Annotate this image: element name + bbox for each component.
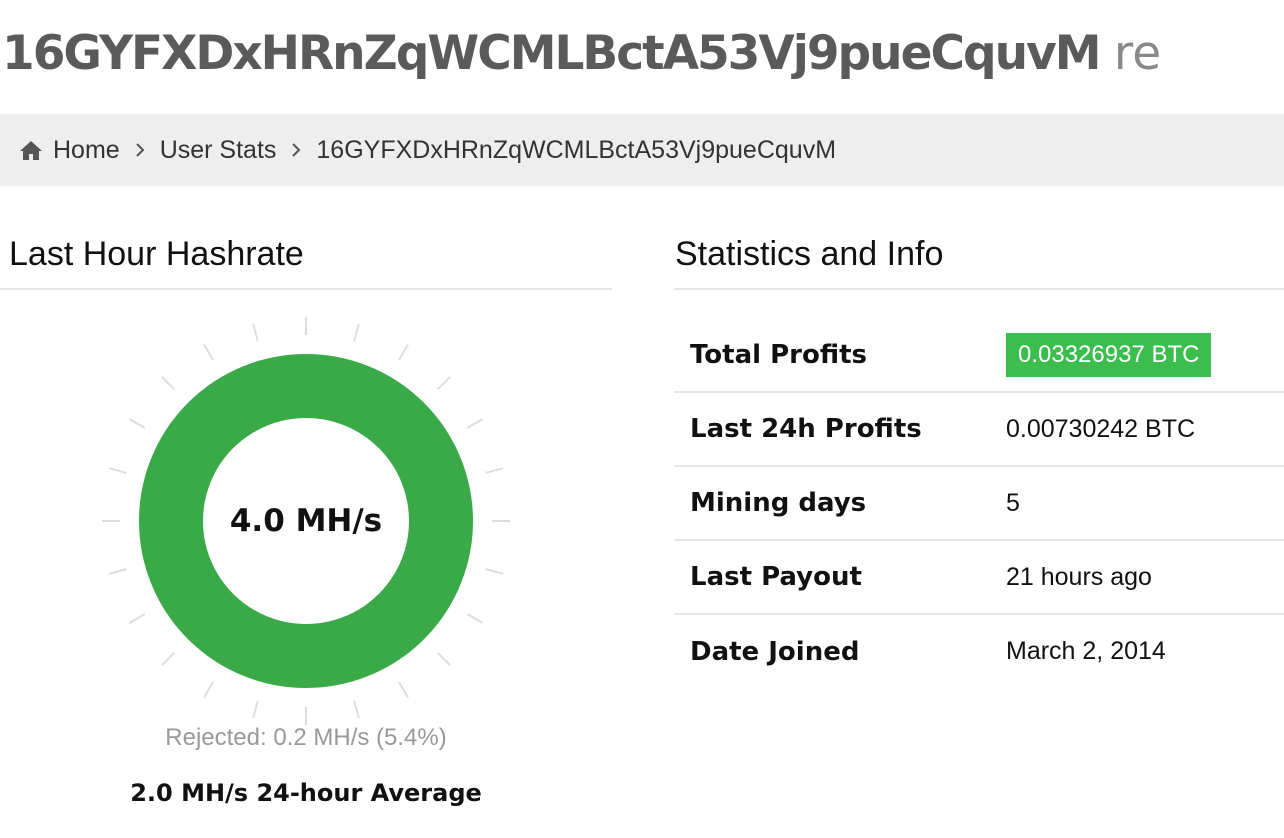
- page-title: 16GYFXDxHRnZqWCMLBctA53Vj9pueCquvM re: [2, 14, 1284, 94]
- hashrate-value: 4.0 MH/s: [229, 503, 383, 539]
- stats-row-date-joined: Date Joined March 2, 2014: [674, 614, 1284, 688]
- page-title-address: 16GYFXDxHRnZqWCMLBctA53Vj9pueCquvM: [2, 26, 1102, 81]
- average-hashrate: 2.0 MH/s 24-hour Average: [130, 779, 482, 807]
- home-icon: [19, 139, 43, 161]
- breadcrumb-user-stats-link[interactable]: User Stats: [160, 136, 277, 165]
- breadcrumb-home[interactable]: Home: [19, 136, 120, 165]
- stats-row-last-payout: Last Payout 21 hours ago: [674, 540, 1284, 614]
- stats-row-total-profits: Total Profits 0.03326937 BTC: [674, 318, 1284, 392]
- stats-label: Total Profits: [690, 339, 867, 370]
- chevron-right-icon: [134, 141, 146, 159]
- stats-value: 21 hours ago: [1006, 562, 1152, 591]
- page-title-suffix: re: [1113, 26, 1162, 81]
- stats-value: March 2, 2014: [1006, 637, 1166, 665]
- stats-label: Mining days: [690, 488, 867, 518]
- stats-heading: Statistics and Info: [675, 235, 944, 273]
- total-profits-badge: 0.03326937 BTC: [1006, 332, 1212, 377]
- breadcrumb-user-stats[interactable]: User Stats: [160, 136, 277, 165]
- hashrate-gauge: 4.0 MH/s: [100, 315, 512, 727]
- stats-row-last-24h-profits: Last 24h Profits 0.00730242 BTC: [674, 392, 1284, 466]
- breadcrumb-home-link[interactable]: Home: [53, 136, 120, 165]
- stats-value: 0.00730242 BTC: [1006, 414, 1196, 443]
- rejected-rate: Rejected: 0.2 MH/s (5.4%): [165, 724, 447, 751]
- stats-label: Last 24h Profits: [690, 414, 922, 444]
- breadcrumb: Home User Stats 16GYFXDxHRnZqWCMLBctA53V…: [0, 114, 1284, 186]
- chevron-right-icon: [290, 141, 302, 159]
- stats-divider: [674, 288, 1284, 290]
- stats-row-mining-days: Mining days 5: [674, 466, 1284, 540]
- hashrate-divider: [0, 288, 612, 290]
- stats-label: Date Joined: [690, 636, 860, 667]
- stats-value: 0.03326937 BTC: [1005, 318, 1284, 392]
- stats-label: Last Payout: [690, 562, 862, 592]
- breadcrumb-current: 16GYFXDxHRnZqWCMLBctA53Vj9pueCquvM: [316, 135, 837, 164]
- stats-value: 5: [1006, 488, 1020, 517]
- stats-table: Total Profits 0.03326937 BTC Last 24h Pr…: [674, 318, 1284, 688]
- hashrate-heading: Last Hour Hashrate: [9, 235, 304, 273]
